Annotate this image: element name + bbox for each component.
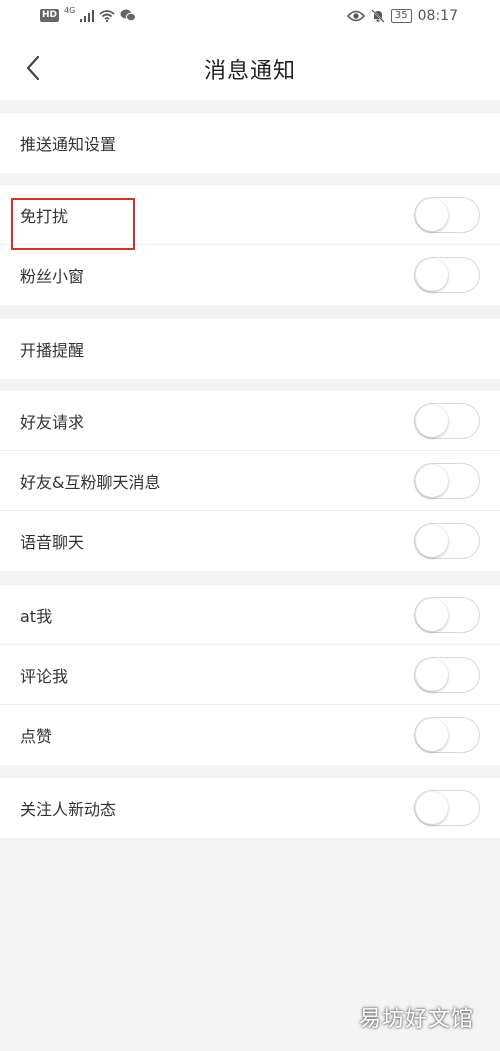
toggle-knob	[416, 599, 448, 631]
wechat-icon	[120, 9, 137, 22]
row-label: 语音聊天	[20, 533, 85, 552]
status-time: 08:17	[417, 8, 458, 24]
toggle-knob	[416, 792, 448, 824]
comment-me-toggle[interactable]	[414, 657, 480, 693]
at-me-toggle[interactable]	[414, 597, 480, 633]
settings-row-friend-chat: 好友&互粉聊天消息	[0, 451, 500, 511]
friend-chat-toggle[interactable]	[414, 463, 480, 499]
row-label: 评论我	[20, 667, 69, 686]
nav-bar: 消息通知	[0, 36, 500, 100]
like-toggle[interactable]	[414, 717, 480, 753]
network-type: 4G	[64, 6, 76, 15]
settings-row-like: 点赞	[0, 705, 500, 765]
signal-icon	[80, 9, 95, 22]
settings-row-dnd: 免打扰	[0, 185, 500, 245]
settings-row-friend-request: 好友请求	[0, 391, 500, 451]
status-bar: HD 4G 35 08:17	[0, 0, 500, 36]
fan-window-toggle[interactable]	[414, 257, 480, 293]
follow-updates-toggle[interactable]	[414, 790, 480, 826]
row-label: 关注人新动态	[20, 800, 117, 819]
settings-row-at-me: at我	[0, 585, 500, 645]
status-left: HD 4G	[40, 6, 137, 22]
toggle-knob	[416, 659, 448, 691]
settings-row-voice-chat: 语音聊天	[0, 511, 500, 571]
friend-request-toggle[interactable]	[414, 403, 480, 439]
row-label: 好友&互粉聊天消息	[20, 473, 161, 492]
eye-icon	[346, 10, 365, 22]
bell-muted-icon	[371, 9, 385, 23]
row-label: 推送通知设置	[20, 135, 117, 154]
wifi-icon	[99, 9, 115, 22]
row-label: 粉丝小窗	[20, 267, 85, 286]
status-right: 35 08:17	[346, 8, 458, 24]
toggle-knob	[416, 259, 448, 291]
row-label: 点赞	[20, 727, 53, 746]
toggle-knob	[416, 465, 448, 497]
settings-row-follow-updates: 关注人新动态	[0, 778, 500, 838]
row-label: 好友请求	[20, 413, 85, 432]
dnd-toggle[interactable]	[414, 197, 480, 233]
settings-row-push[interactable]: 推送通知设置	[0, 113, 500, 173]
row-label: 开播提醒	[20, 341, 85, 360]
hd-badge: HD	[40, 9, 60, 22]
battery-icon: 35	[390, 9, 412, 23]
watermark: 易坊好文馆	[358, 1007, 474, 1032]
settings-row-comment-me: 评论我	[0, 645, 500, 705]
toggle-knob	[416, 719, 448, 751]
settings-row-fan-window: 粉丝小窗	[0, 245, 500, 305]
row-label: at我	[20, 607, 53, 626]
toggle-knob	[416, 405, 448, 437]
toggle-knob	[416, 525, 448, 557]
page-title: 消息通知	[203, 59, 296, 84]
row-label: 免打扰	[20, 207, 69, 226]
toggle-knob	[416, 199, 448, 231]
voice-chat-toggle[interactable]	[414, 523, 480, 559]
settings-row-live-reminder[interactable]: 开播提醒	[0, 319, 500, 379]
